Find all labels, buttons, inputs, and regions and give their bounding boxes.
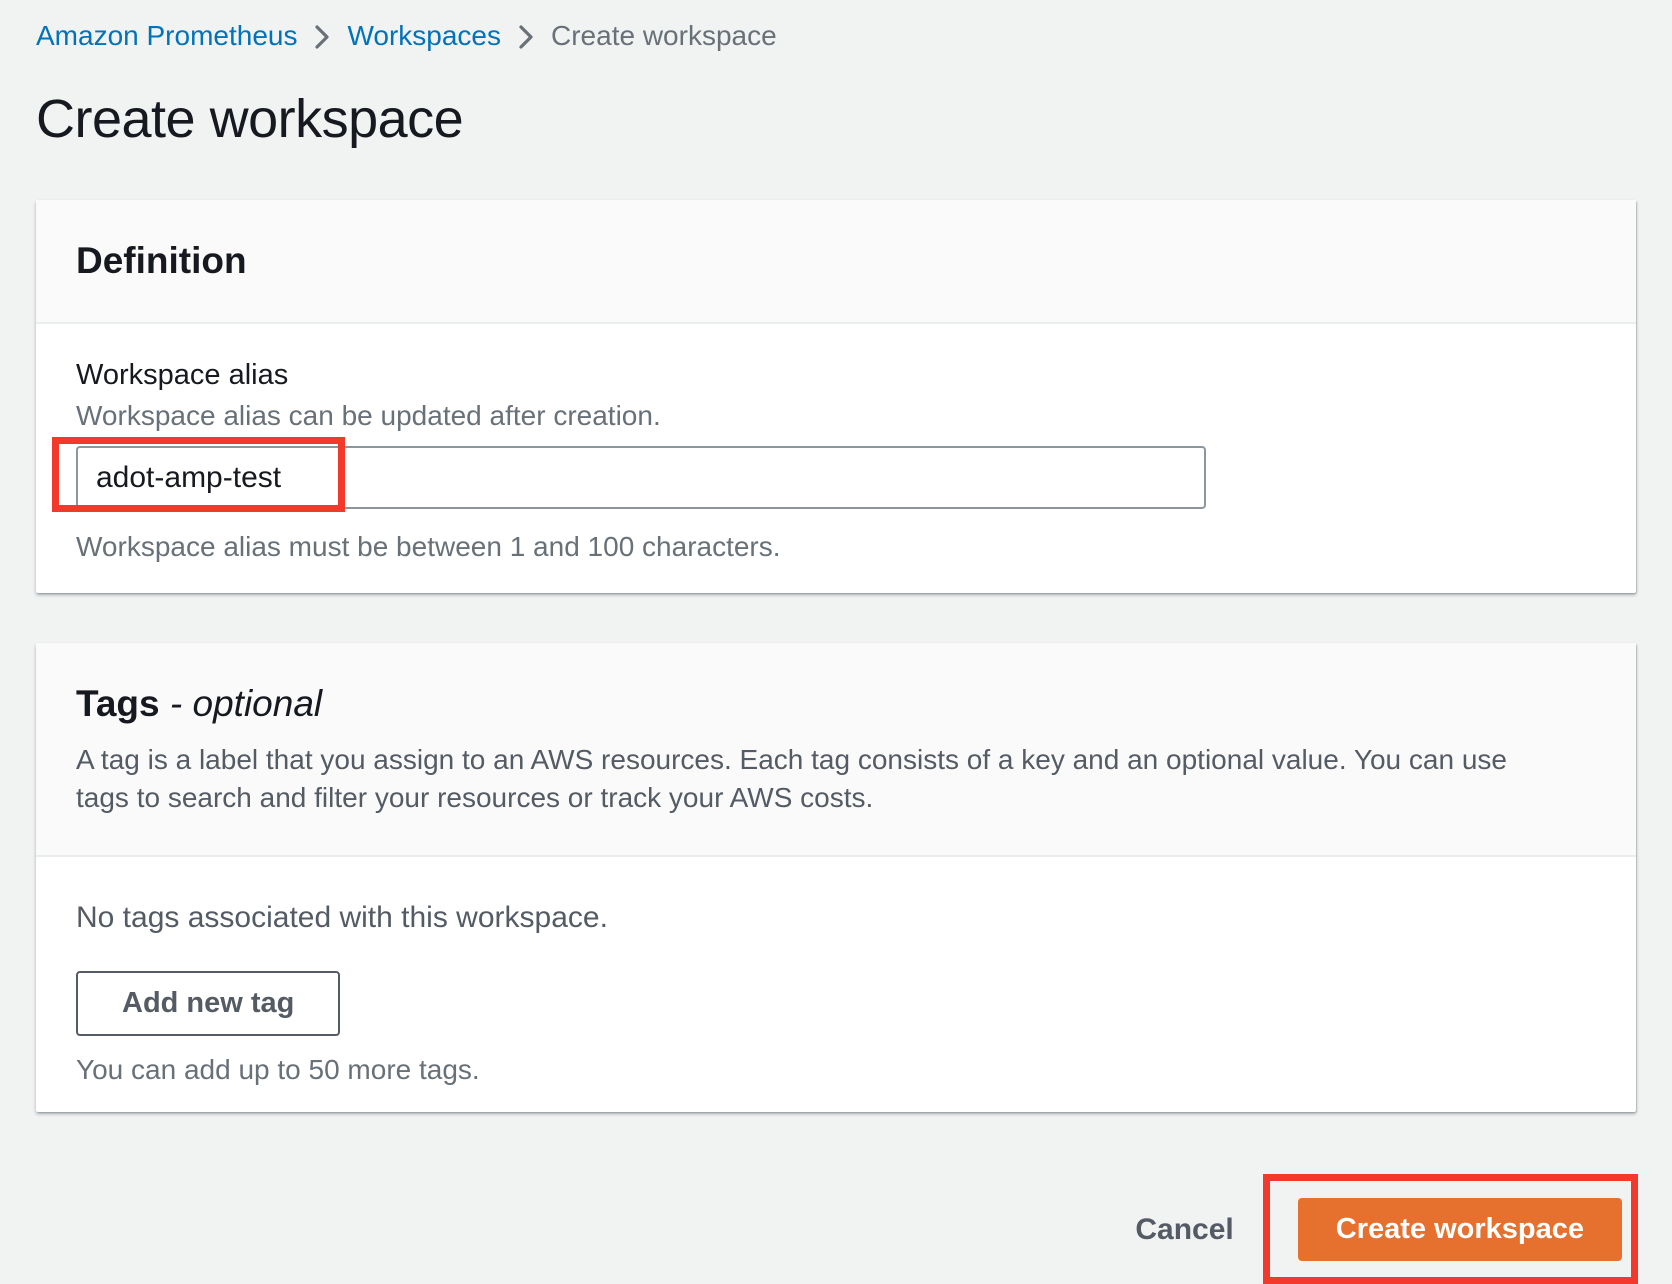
workspace-alias-label: Workspace alias [76, 356, 1596, 394]
tags-empty-text: No tags associated with this workspace. [76, 899, 1596, 937]
breadcrumb-current: Create workspace [551, 18, 777, 54]
tags-limit-text: You can add up to 50 more tags. [76, 1052, 1596, 1088]
definition-card: Definition Workspace alias Workspace ali… [36, 200, 1636, 593]
breadcrumb: Amazon Prometheus Workspaces Create work… [36, 18, 1636, 54]
tags-card-header: Tags - optional A tag is a label that yo… [36, 643, 1636, 857]
workspace-alias-input[interactable] [76, 446, 1206, 509]
tags-description: A tag is a label that you assign to an A… [76, 741, 1536, 817]
breadcrumb-chevron-icon [313, 22, 331, 52]
workspace-alias-input-wrap [76, 446, 1206, 509]
definition-heading: Definition [76, 238, 1596, 284]
breadcrumb-link-workspaces[interactable]: Workspaces [347, 18, 501, 54]
create-workspace-button[interactable]: Create workspace [1298, 1198, 1622, 1261]
definition-card-body: Workspace alias Workspace alias can be u… [36, 324, 1636, 593]
page-root: Amazon Prometheus Workspaces Create work… [0, 0, 1672, 1261]
tags-heading-optional: - optional [170, 683, 322, 724]
cancel-button[interactable]: Cancel [1129, 1212, 1239, 1248]
breadcrumb-chevron-icon [517, 22, 535, 52]
workspace-alias-description: Workspace alias can be updated after cre… [76, 398, 1596, 434]
workspace-alias-constraint: Workspace alias must be between 1 and 10… [76, 529, 1596, 565]
tags-heading: Tags - optional [76, 681, 1596, 727]
footer-actions: Cancel Create workspace [36, 1198, 1636, 1261]
tags-heading-title: Tags [76, 683, 160, 724]
add-new-tag-button[interactable]: Add new tag [76, 971, 340, 1036]
submit-wrap: Create workspace [1298, 1198, 1622, 1261]
definition-card-header: Definition [36, 200, 1636, 324]
breadcrumb-link-amazon-prometheus[interactable]: Amazon Prometheus [36, 18, 297, 54]
tags-card-body: No tags associated with this workspace. … [36, 857, 1636, 1112]
page-title: Create workspace [36, 88, 1636, 150]
tags-card: Tags - optional A tag is a label that yo… [36, 643, 1636, 1112]
